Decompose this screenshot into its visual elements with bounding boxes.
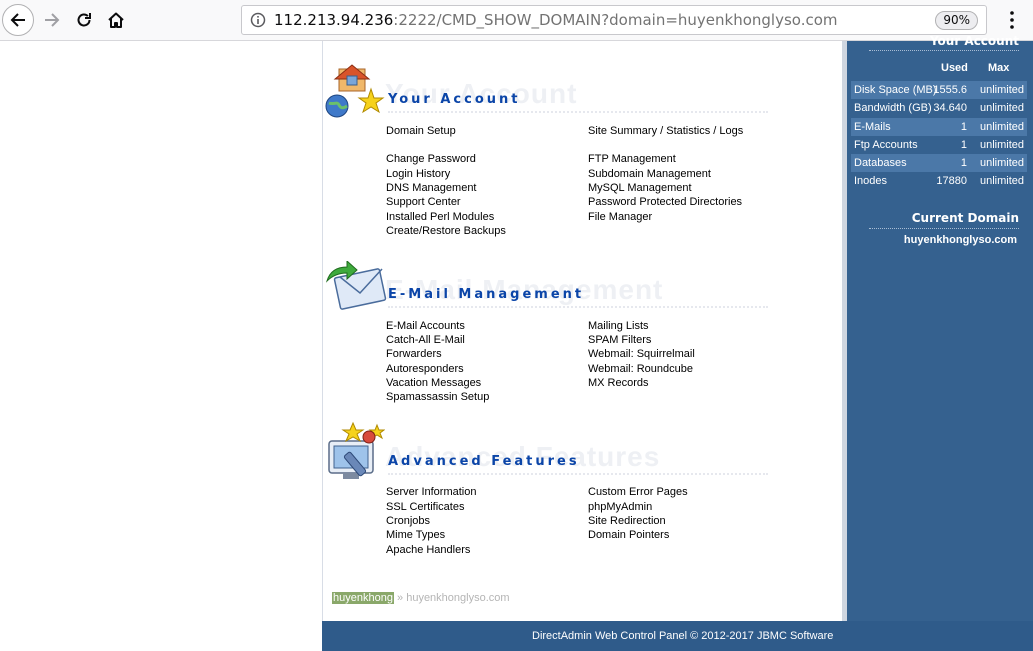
site-redirection-link[interactable]: Site Redirection	[588, 515, 666, 527]
page-content: Your Account Your Account Domain Setup C…	[0, 34, 1033, 651]
stat-row-disk-space: Disk Space (MB) 1555.6 unlimited	[851, 81, 1027, 99]
stat-used: 17880	[936, 175, 967, 187]
stat-max: unlimited	[979, 139, 1024, 151]
current-domain-title: Current Domain	[911, 211, 1019, 225]
advanced-section-divider	[388, 473, 768, 475]
stat-max: unlimited	[979, 102, 1024, 114]
footer-copyright: DirectAdmin Web Control Panel © 2012-201…	[532, 630, 834, 642]
back-arrow-icon	[10, 13, 25, 27]
used-column-header: Used	[941, 62, 968, 74]
more-options-button[interactable]	[1000, 8, 1024, 32]
reload-button[interactable]	[68, 4, 100, 36]
home-icon	[108, 12, 124, 28]
stat-max: unlimited	[979, 157, 1024, 169]
stat-used: 1555.6	[933, 84, 967, 96]
stat-max: unlimited	[979, 175, 1024, 187]
url-path: :2222/CMD_SHOW_DOMAIN?domain=huyenkhongl…	[393, 11, 838, 29]
stat-label: Ftp Accounts	[854, 139, 918, 151]
breadcrumb: huyenkhong » huyenkhonglyso.com	[332, 592, 510, 604]
breadcrumb-domain: huyenkhonglyso.com	[406, 592, 510, 604]
stat-used: 1	[960, 157, 967, 169]
footer: DirectAdmin Web Control Panel © 2012-201…	[322, 621, 1033, 651]
back-button[interactable]	[2, 4, 34, 36]
forward-arrow-icon	[45, 13, 60, 27]
stat-row-databases: Databases 1 unlimited	[851, 154, 1027, 172]
stat-label: Inodes	[854, 175, 888, 187]
domain-pointers-link[interactable]: Domain Pointers	[588, 529, 669, 541]
stat-used: 1	[960, 139, 967, 151]
browser-toolbar: 112.213.94.236:2222/CMD_SHOW_DOMAIN?doma…	[0, 0, 1033, 41]
advanced-section: Advanced Features Advanced Features Serv…	[323, 41, 843, 571]
stat-used: 1	[960, 121, 967, 133]
stat-row-bandwidth: Bandwidth (GB) 34.640 unlimited	[851, 99, 1027, 117]
url-host: 112.213.94.236	[274, 11, 394, 29]
sidebar-account-divider	[869, 50, 1019, 51]
stat-row-ftp-accounts: Ftp Accounts 1 unlimited	[851, 136, 1027, 154]
max-column-header: Max	[988, 62, 1010, 74]
advanced-tools-icon	[325, 421, 386, 487]
sidebar-account-title: Your Account	[929, 34, 1019, 48]
breadcrumb-user-link[interactable]: huyenkhong	[332, 592, 394, 604]
advanced-section-title: Advanced Features	[388, 454, 580, 469]
stat-label: Databases	[854, 157, 907, 169]
stat-used: 34.640	[933, 102, 967, 114]
zoom-indicator[interactable]: 90%	[935, 11, 978, 30]
server-information-link[interactable]: Server Information	[386, 486, 476, 498]
stat-max: unlimited	[979, 121, 1024, 133]
custom-error-pages-link[interactable]: Custom Error Pages	[588, 486, 688, 498]
reload-icon	[77, 13, 91, 27]
home-button[interactable]	[100, 4, 132, 36]
phpmyadmin-link[interactable]: phpMyAdmin	[588, 501, 652, 513]
stat-label: Bandwidth (GB)	[854, 102, 932, 114]
sidebar: Your Account Used Max Disk Space (MB) 15…	[847, 34, 1033, 621]
ssl-certificates-link[interactable]: SSL Certificates	[386, 501, 464, 513]
forward-button[interactable]	[36, 4, 68, 36]
current-domain-divider	[869, 228, 1019, 229]
site-info-icon[interactable]	[250, 12, 266, 32]
mime-types-link[interactable]: Mime Types	[386, 529, 445, 541]
url-bar[interactable]: 112.213.94.236:2222/CMD_SHOW_DOMAIN?doma…	[241, 5, 987, 35]
stat-label: E-Mails	[854, 121, 891, 133]
cronjobs-link[interactable]: Cronjobs	[386, 515, 430, 527]
stat-max: unlimited	[979, 84, 1024, 96]
stat-row-emails: E-Mails 1 unlimited	[851, 118, 1027, 136]
breadcrumb-separator: »	[397, 592, 404, 604]
main-panel: Your Account Your Account Domain Setup C…	[322, 41, 847, 621]
current-domain-link[interactable]: huyenkhonglyso.com	[904, 234, 1017, 246]
stat-label: Disk Space (MB)	[854, 84, 937, 96]
apache-handlers-link[interactable]: Apache Handlers	[386, 544, 470, 556]
url-text: 112.213.94.236:2222/CMD_SHOW_DOMAIN?doma…	[274, 11, 838, 29]
vertical-dots-icon	[1010, 11, 1014, 29]
stat-row-inodes: Inodes 17880 unlimited	[851, 172, 1027, 190]
